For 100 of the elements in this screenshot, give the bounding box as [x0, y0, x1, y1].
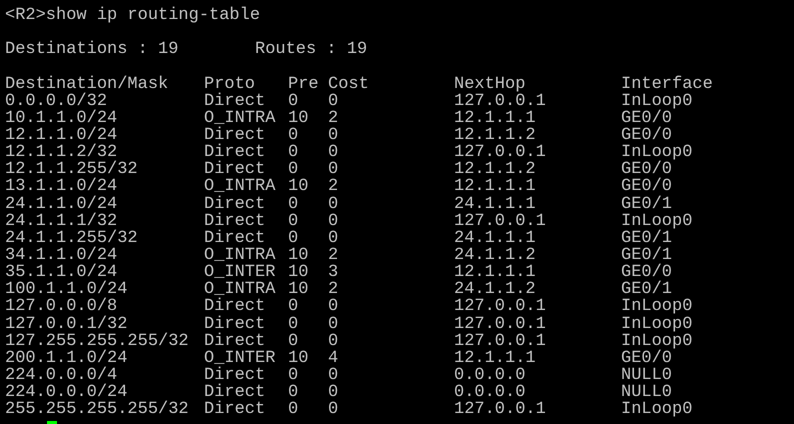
- table-cell: 127.255.255.255/32: [5, 332, 189, 351]
- table-cell: 127.0.0.1: [454, 297, 546, 316]
- command-line: <R2>show ip routing-table: [5, 6, 260, 25]
- table-cell: 0: [328, 92, 338, 111]
- table-cell: 0: [328, 366, 338, 385]
- table-cell: 12.1.1.0/24: [5, 126, 118, 145]
- table-cell: Direct: [204, 297, 266, 316]
- table-cell: 0: [328, 228, 338, 248]
- table-cell: 127.0.0.1: [454, 212, 546, 231]
- table-cell: 12.1.1.1: [454, 177, 536, 196]
- table-cell: 12.1.1.1: [454, 263, 536, 282]
- table-cell: 10: [288, 348, 308, 368]
- table-cell: 0: [288, 92, 298, 111]
- table-cell: 127.0.0.1: [454, 314, 546, 334]
- table-cell: 10.1.1.0/24: [5, 108, 118, 128]
- table-cell: 24.1.1.2: [454, 246, 536, 265]
- table-cell: 0: [288, 143, 298, 162]
- table-cell: Direct: [204, 314, 266, 334]
- table-cell: 12.1.1.1: [454, 108, 536, 128]
- table-cell: 0: [328, 400, 338, 420]
- table-cell: 0: [328, 314, 338, 334]
- table-cell: 24.1.1.2: [454, 280, 536, 300]
- table-cell: O_INTRA: [204, 108, 276, 128]
- column-header: Proto: [204, 74, 256, 94]
- table-cell: Direct: [204, 92, 266, 111]
- cursor: [47, 421, 57, 424]
- table-cell: 0.0.0.0: [454, 383, 526, 402]
- table-cell: NULL0: [621, 366, 672, 385]
- table-cell: 0: [288, 314, 298, 334]
- table-cell: InLoop0: [621, 212, 692, 231]
- table-cell: GE0/1: [621, 228, 672, 248]
- table-cell: 4: [328, 348, 338, 368]
- table-cell: 0: [288, 332, 298, 351]
- table-cell: O_INTER: [204, 348, 276, 368]
- table-cell: 0: [288, 194, 298, 214]
- table-cell: GE0/0: [621, 126, 672, 145]
- table-cell: 10: [288, 177, 308, 196]
- table-cell: 0: [328, 160, 338, 180]
- table-cell: NULL0: [621, 383, 672, 402]
- table-cell: 24.1.1.1/32: [5, 212, 118, 231]
- table-cell: GE0/0: [621, 348, 672, 368]
- routes-count: Routes : 19: [255, 41, 368, 58]
- table-cell: 10: [288, 246, 308, 265]
- table-cell: InLoop0: [621, 92, 692, 111]
- table-cell: 127.0.0.1: [454, 332, 546, 351]
- table-cell: 2: [328, 108, 338, 128]
- table-cell: GE0/1: [621, 280, 672, 300]
- table-cell: 200.1.1.0/24: [5, 348, 128, 368]
- table-cell: 224.0.0.0/4: [5, 366, 118, 385]
- table-cell: Direct: [204, 160, 266, 180]
- table-cell: 2: [328, 246, 338, 265]
- table-cell: 0: [288, 160, 298, 180]
- table-cell: 0: [288, 297, 298, 316]
- table-cell: 0: [328, 383, 338, 402]
- table-cell: 0: [288, 366, 298, 385]
- table-cell: 127.0.0.1: [454, 400, 546, 420]
- column-header: Destination/Mask: [5, 74, 168, 94]
- table-cell: 12.1.1.1: [454, 348, 536, 368]
- table-cell: O_INTRA: [204, 246, 276, 265]
- table-cell: 10: [288, 108, 308, 128]
- table-cell: 10: [288, 263, 308, 282]
- table-cell: 127.0.0.0/8: [5, 297, 118, 316]
- table-cell: 0: [288, 126, 298, 145]
- table-cell: 0: [328, 297, 338, 316]
- column-header: NextHop: [454, 74, 526, 94]
- table-cell: O_INTER: [204, 263, 276, 282]
- table-cell: 127.0.0.1: [454, 92, 546, 111]
- table-cell: Direct: [204, 126, 266, 145]
- table-cell: Direct: [204, 194, 266, 214]
- table-cell: 24.1.1.255/32: [5, 228, 138, 248]
- table-cell: 0: [328, 212, 338, 231]
- column-header: Interface: [621, 74, 713, 94]
- table-cell: 0: [328, 143, 338, 162]
- table-cell: 12.1.1.2: [454, 126, 536, 145]
- table-cell: InLoop0: [621, 314, 692, 334]
- column-header: Cost: [328, 74, 369, 94]
- table-cell: Direct: [204, 212, 266, 231]
- table-cell: 0: [288, 228, 298, 248]
- table-cell: 0: [328, 126, 338, 145]
- table-cell: 0: [328, 194, 338, 214]
- table-cell: 13.1.1.0/24: [5, 177, 118, 196]
- table-cell: 34.1.1.0/24: [5, 246, 118, 265]
- column-header: Pre: [288, 74, 319, 94]
- table-cell: 2: [328, 280, 338, 300]
- table-cell: 0.0.0.0/32: [5, 92, 108, 111]
- table-cell: 24.1.1.1: [454, 228, 536, 248]
- table-cell: Direct: [204, 228, 266, 248]
- table-cell: 0: [288, 400, 298, 420]
- table-cell: GE0/1: [621, 246, 672, 265]
- table-cell: 127.0.0.1: [454, 143, 546, 162]
- destinations-count: Destinations : 19: [5, 40, 178, 60]
- table-cell: 2: [328, 177, 338, 196]
- table-cell: 24.1.1.0/24: [5, 194, 118, 214]
- table-cell: InLoop0: [621, 400, 692, 420]
- table-cell: 0.0.0.0: [454, 366, 526, 385]
- table-cell: 0: [288, 212, 298, 231]
- table-cell: 127.0.0.1/32: [5, 314, 128, 334]
- table-cell: 0: [328, 332, 338, 351]
- table-cell: 24.1.1.1: [454, 194, 536, 214]
- table-cell: GE0/0: [621, 177, 672, 196]
